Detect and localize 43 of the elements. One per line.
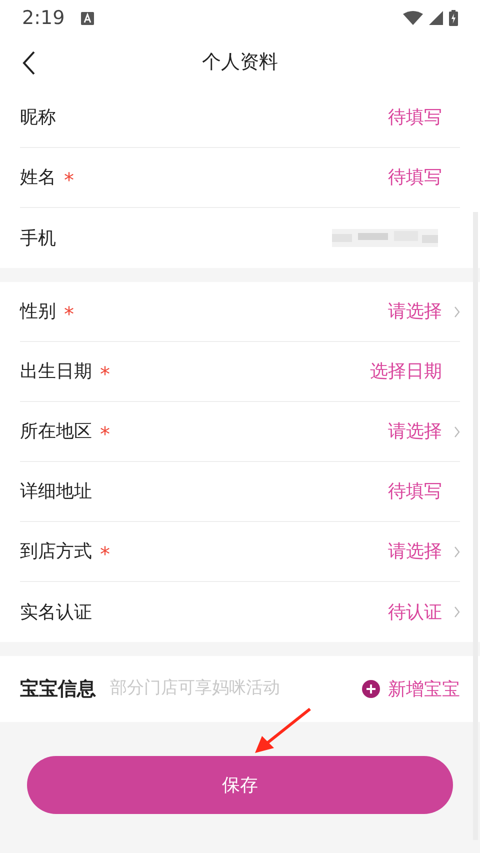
field-value: 请选择 bbox=[388, 300, 442, 324]
form-row[interactable]: 性别 * 请选择 bbox=[20, 282, 460, 342]
form-row[interactable]: 手机 bbox=[20, 208, 460, 268]
form-row[interactable]: 详细地址 待填写 bbox=[20, 462, 460, 522]
notification-icon bbox=[80, 12, 94, 24]
annotation-arrow bbox=[254, 708, 312, 754]
plus-icon bbox=[362, 680, 380, 698]
form-row[interactable]: 姓名 * 待填写 bbox=[20, 148, 460, 208]
page-title: 个人资料 bbox=[202, 50, 278, 75]
field-label: 出生日期 bbox=[20, 360, 92, 384]
field-value: 选择日期 bbox=[370, 360, 442, 384]
field-label: 详细地址 bbox=[20, 480, 92, 504]
add-baby-button[interactable]: 新增宝宝 bbox=[362, 676, 460, 702]
field-label: 到店方式 bbox=[20, 540, 92, 564]
field-label: 性别 bbox=[20, 300, 56, 324]
wifi-icon bbox=[403, 11, 423, 25]
required-mark: * bbox=[100, 544, 110, 564]
required-mark: * bbox=[100, 364, 110, 384]
status-time: 2:19 bbox=[22, 6, 65, 31]
required-mark: * bbox=[100, 424, 110, 444]
field-label: 实名认证 bbox=[20, 600, 92, 624]
form-row[interactable]: 所在地区 * 请选择 bbox=[20, 402, 460, 462]
field-value: 待填写 bbox=[388, 166, 442, 190]
form-row[interactable]: 出生日期 * 选择日期 bbox=[20, 342, 460, 402]
save-button[interactable]: 保存 bbox=[27, 756, 453, 814]
field-value: 待填写 bbox=[388, 480, 442, 504]
field-label: 所在地区 bbox=[20, 420, 92, 444]
section-title: 宝宝信息 bbox=[20, 676, 96, 702]
required-mark: * bbox=[64, 304, 74, 324]
field-value: 待填写 bbox=[388, 106, 442, 130]
required-mark: * bbox=[64, 170, 74, 190]
signal-icon bbox=[429, 11, 443, 25]
field-value: 请选择 bbox=[388, 540, 442, 564]
form-row[interactable]: 到店方式 * 请选择 bbox=[20, 522, 460, 582]
field-label: 姓名 bbox=[20, 166, 56, 190]
field-label: 昵称 bbox=[20, 106, 56, 130]
form-row[interactable]: 实名认证 待认证 bbox=[20, 582, 460, 642]
battery-icon bbox=[449, 10, 458, 26]
field-label: 手机 bbox=[20, 226, 56, 250]
form-row[interactable]: 昵称 待填写 bbox=[20, 88, 460, 148]
field-value: 请选择 bbox=[388, 420, 442, 444]
back-icon[interactable] bbox=[22, 51, 36, 75]
field-value: 待认证 bbox=[388, 600, 442, 624]
